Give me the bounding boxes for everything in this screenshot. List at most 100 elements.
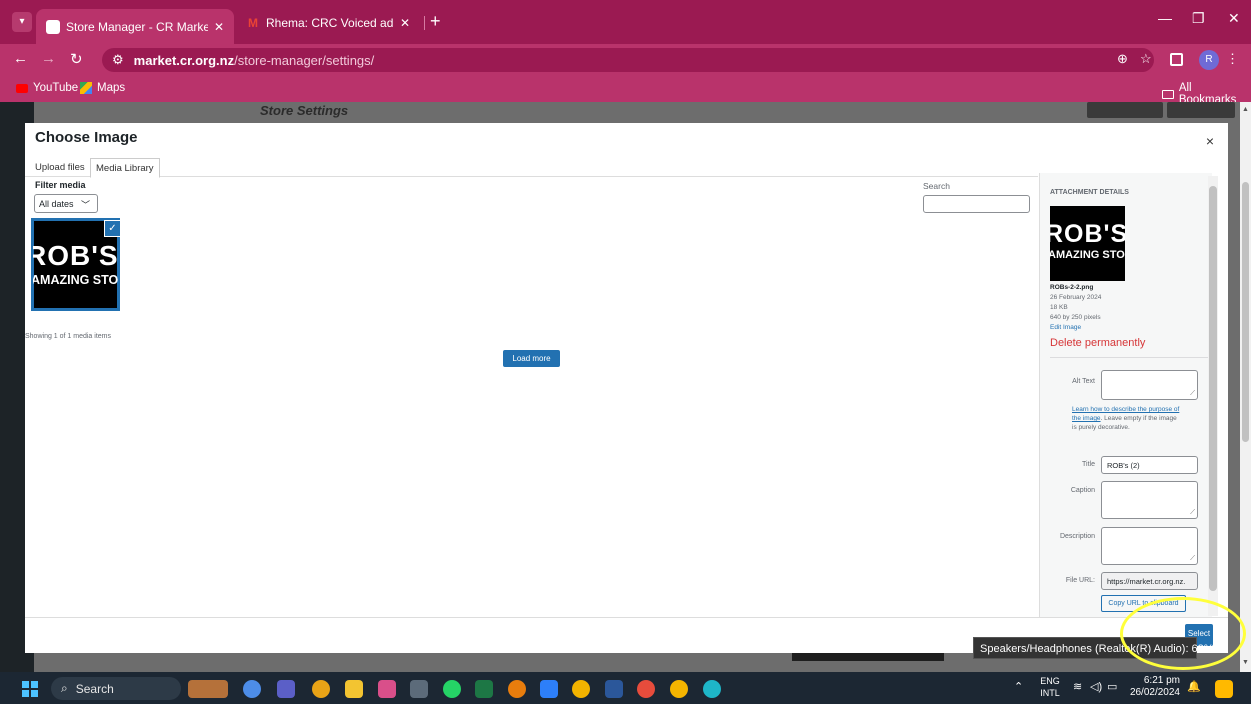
alt-text-help: Learn how to describe the purpose of the… xyxy=(1072,405,1182,432)
forward-icon[interactable]: → xyxy=(41,50,56,67)
bookmark-label: YouTube xyxy=(33,82,79,94)
chrome-profile-icon[interactable] xyxy=(670,680,688,698)
resize-handle-icon[interactable]: ⟋ xyxy=(1190,509,1195,517)
highlight-annotation xyxy=(1120,597,1246,670)
wifi-icon[interactable]: ≋ xyxy=(1073,680,1082,693)
thumbnail-text-line1: ROB'S xyxy=(33,240,118,271)
reload-icon[interactable]: ↻ xyxy=(70,50,83,68)
language-indicator[interactable]: ENG INTL xyxy=(1036,675,1064,699)
excel-icon[interactable] xyxy=(475,680,493,698)
profile-avatar[interactable]: R xyxy=(1199,50,1219,70)
zoom-app-icon[interactable] xyxy=(540,680,558,698)
date-filter-select[interactable]: All dates ﹀ xyxy=(34,194,98,213)
tab-rhema[interactable]: M Rhema: CRC Voiced ad to confir ✕ xyxy=(236,8,420,38)
site-info-icon[interactable]: ⚙ xyxy=(112,52,124,68)
page-title: Store Settings xyxy=(260,103,349,118)
clock[interactable]: 6:21 pm 26/02/2024 xyxy=(1100,675,1180,699)
url-path: /store-manager/settings/ xyxy=(234,52,375,68)
search-label: Search xyxy=(923,181,950,191)
menu-icon[interactable]: ⋮ xyxy=(1226,51,1239,67)
weather-widget-icon[interactable] xyxy=(188,680,228,698)
description-field[interactable]: ⟋ xyxy=(1101,527,1198,565)
blender-icon[interactable] xyxy=(508,680,526,698)
title-label: Title xyxy=(1082,461,1095,468)
description-label: Description xyxy=(1059,533,1095,540)
media-search-input[interactable] xyxy=(923,195,1030,213)
delete-permanently-link[interactable]: Delete permanently xyxy=(1050,337,1145,349)
page-scrollbar[interactable]: ▲ ▼ xyxy=(1240,102,1251,672)
chrome-canary-icon[interactable] xyxy=(572,680,590,698)
title-field[interactable]: ROB's (2) xyxy=(1101,456,1198,474)
photos-icon[interactable] xyxy=(378,680,396,698)
maps-icon xyxy=(80,82,92,94)
choose-image-modal: Choose Image × Upload files Media Librar… xyxy=(25,123,1228,653)
attachment-dimensions: 640 by 250 pixels xyxy=(1050,314,1101,321)
alt-text-field[interactable]: ⟋ xyxy=(1101,370,1198,400)
tab-divider xyxy=(424,16,425,30)
preview-text-line1: ROB'S xyxy=(1050,220,1125,248)
zoom-icon[interactable]: ⊕ xyxy=(1117,51,1128,67)
onedrive-icon[interactable] xyxy=(243,680,261,698)
attachment-details-panel: ATTACHMENT DETAILS ROB'S AMAZING STORE R… xyxy=(1039,173,1212,617)
chrome-icon[interactable] xyxy=(312,680,330,698)
scroll-down-icon[interactable]: ▼ xyxy=(1242,659,1249,666)
copilot-icon[interactable] xyxy=(1215,680,1233,698)
file-url-label: File URL: xyxy=(1065,577,1095,584)
page-footer-bar xyxy=(792,652,944,661)
date-filter-value: All dates xyxy=(39,199,74,209)
scroll-up-icon[interactable]: ▲ xyxy=(1242,106,1249,113)
media-count-text: Showing 1 of 1 media items xyxy=(25,333,111,340)
load-more-button[interactable]: Load more xyxy=(503,350,560,367)
side-panel-icon[interactable] xyxy=(1170,53,1183,66)
teams-icon[interactable] xyxy=(277,680,295,698)
edge-icon[interactable] xyxy=(703,680,721,698)
modal-tabs: Upload files Media Library xyxy=(25,155,1038,178)
notification-bell-icon[interactable]: 🔔 xyxy=(1187,680,1201,693)
file-explorer-icon[interactable] xyxy=(345,680,363,698)
tab-close-icon[interactable]: ✕ xyxy=(400,16,410,30)
taskbar-search[interactable]: ⌕ Search xyxy=(51,677,181,700)
tab-close-icon[interactable]: ✕ xyxy=(214,20,224,34)
address-bar[interactable]: ⚙ market.cr.org.nz/store-manager/setting… xyxy=(102,48,1154,72)
resize-handle-icon[interactable]: ⟋ xyxy=(1190,390,1195,398)
alt-text-label: Alt Text xyxy=(1072,378,1095,385)
tray-expand-icon[interactable]: ⌃ xyxy=(1014,680,1023,693)
chrome-profile-icon[interactable] xyxy=(637,680,655,698)
resize-handle-icon[interactable]: ⟋ xyxy=(1190,555,1195,563)
bookmarks-bar: YouTube Maps All Bookmarks xyxy=(0,76,1251,106)
scrollbar-thumb[interactable] xyxy=(1242,182,1249,442)
selected-check-icon[interactable]: ✓ xyxy=(105,221,120,236)
store-favicon-icon xyxy=(46,19,60,34)
close-modal-icon[interactable]: × xyxy=(1206,133,1214,149)
attachment-filename: ROBs-2-2.png xyxy=(1050,284,1094,291)
restore-icon[interactable]: ❐ xyxy=(1192,10,1205,27)
file-url-field[interactable]: https://market.cr.org.nz. xyxy=(1101,572,1198,590)
tab-search-button[interactable]: ▾ xyxy=(12,12,32,32)
tab-store-manager[interactable]: Store Manager - CR Market ✕ xyxy=(36,9,234,44)
page-action-button xyxy=(1087,102,1163,118)
minimize-icon[interactable]: — xyxy=(1158,10,1172,26)
new-tab-button[interactable]: + xyxy=(430,12,441,30)
edit-image-link[interactable]: Edit Image xyxy=(1050,324,1081,331)
whatsapp-icon[interactable] xyxy=(443,680,461,698)
attachment-preview: ROB'S AMAZING STORE xyxy=(1050,206,1125,281)
clock-time: 6:21 pm xyxy=(1143,675,1180,686)
word-icon[interactable] xyxy=(605,680,623,698)
attachment-size: 18 KB xyxy=(1050,304,1068,311)
caption-field[interactable]: ⟋ xyxy=(1101,481,1198,519)
browser-tab-strip: ▾ Store Manager - CR Market ✕ M Rhema: C… xyxy=(0,0,1251,44)
bookmark-youtube[interactable]: YouTube xyxy=(16,82,78,94)
details-scrollbar-thumb[interactable] xyxy=(1209,186,1217,591)
details-divider xyxy=(1050,357,1208,358)
bookmark-star-icon[interactable]: ☆ xyxy=(1140,51,1152,67)
bookmark-label: Maps xyxy=(97,82,126,94)
close-window-icon[interactable]: ✕ xyxy=(1228,10,1240,27)
back-icon[interactable]: ← xyxy=(13,50,28,67)
calculator-icon[interactable] xyxy=(410,680,428,698)
details-scrollbar[interactable] xyxy=(1208,176,1218,616)
chevron-down-icon: ﹀ xyxy=(80,200,90,210)
tab-upload-files[interactable]: Upload files xyxy=(30,158,90,178)
windows-start-icon[interactable] xyxy=(22,681,38,697)
bookmark-maps[interactable]: Maps xyxy=(80,82,125,94)
tab-media-library[interactable]: Media Library xyxy=(90,158,160,178)
